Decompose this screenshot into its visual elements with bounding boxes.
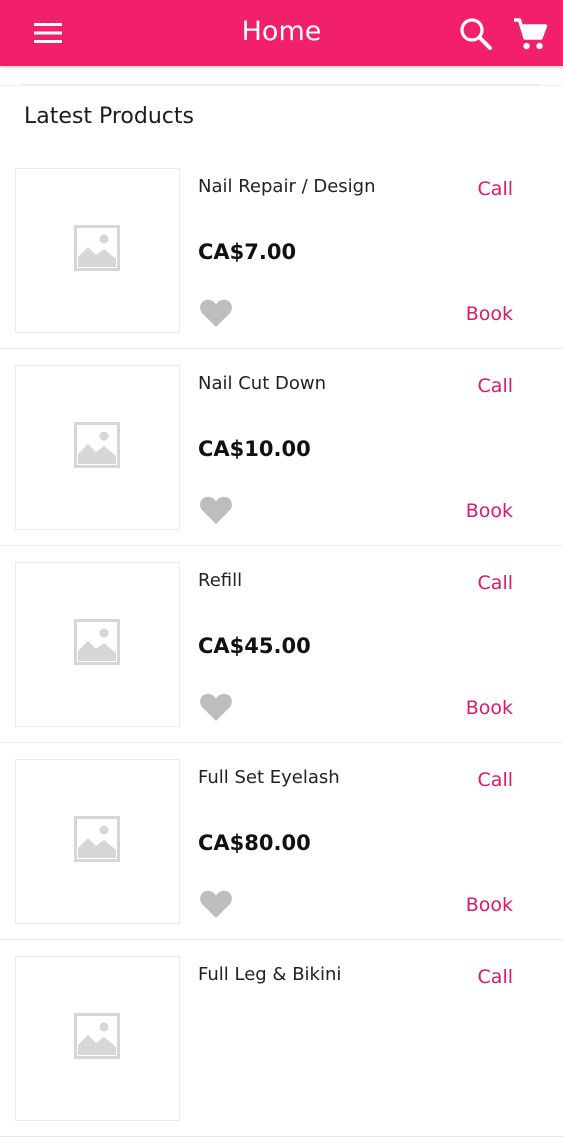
heart-icon[interactable] bbox=[199, 889, 233, 919]
product-name: Refill bbox=[198, 570, 243, 591]
call-button[interactable]: Call bbox=[478, 769, 513, 791]
heart-icon[interactable] bbox=[199, 495, 233, 525]
image-placeholder-icon bbox=[74, 1013, 120, 1059]
product-name: Full Set Eyelash bbox=[198, 767, 340, 788]
product-image[interactable] bbox=[15, 365, 180, 530]
call-button[interactable]: Call bbox=[478, 375, 513, 397]
image-placeholder-icon bbox=[74, 225, 120, 271]
product-row[interactable]: Full Set Eyelash CA$80.00 Call Book bbox=[0, 743, 563, 940]
book-button[interactable]: Book bbox=[466, 894, 513, 916]
call-button[interactable]: Call bbox=[478, 572, 513, 594]
product-row[interactable]: Refill CA$45.00 Call Book bbox=[0, 546, 563, 743]
book-button[interactable]: Book bbox=[466, 500, 513, 522]
product-row[interactable]: Nail Cut Down CA$10.00 Call Book bbox=[0, 349, 563, 546]
divider bbox=[0, 85, 563, 86]
product-price: CA$80.00 bbox=[198, 831, 311, 855]
product-image[interactable] bbox=[15, 956, 180, 1121]
heart-icon[interactable] bbox=[199, 692, 233, 722]
image-placeholder-icon bbox=[74, 619, 120, 665]
product-row[interactable]: Nail Repair / Design CA$7.00 Call Book bbox=[0, 152, 563, 349]
cart-icon[interactable] bbox=[512, 16, 548, 52]
section-title: Latest Products bbox=[24, 104, 194, 129]
image-placeholder-icon bbox=[74, 816, 120, 862]
call-button[interactable]: Call bbox=[478, 178, 513, 200]
heart-icon[interactable] bbox=[199, 298, 233, 328]
book-button[interactable]: Book bbox=[466, 697, 513, 719]
app-bar: Home bbox=[0, 0, 563, 66]
product-list: Nail Repair / Design CA$7.00 Call Book N… bbox=[0, 152, 563, 1137]
book-button[interactable]: Book bbox=[466, 303, 513, 325]
product-image[interactable] bbox=[15, 759, 180, 924]
call-button[interactable]: Call bbox=[478, 966, 513, 988]
product-price: CA$10.00 bbox=[198, 437, 311, 461]
product-price: CA$7.00 bbox=[198, 240, 297, 264]
product-image[interactable] bbox=[15, 562, 180, 727]
search-icon[interactable] bbox=[459, 17, 493, 51]
product-row[interactable]: Full Leg & Bikini Call bbox=[0, 940, 563, 1137]
product-price: CA$45.00 bbox=[198, 634, 311, 658]
image-placeholder-icon bbox=[74, 422, 120, 468]
product-name: Nail Repair / Design bbox=[198, 176, 376, 197]
product-name: Nail Cut Down bbox=[198, 373, 326, 394]
product-image[interactable] bbox=[15, 168, 180, 333]
banner-strip bbox=[22, 66, 541, 85]
product-name: Full Leg & Bikini bbox=[198, 964, 342, 985]
